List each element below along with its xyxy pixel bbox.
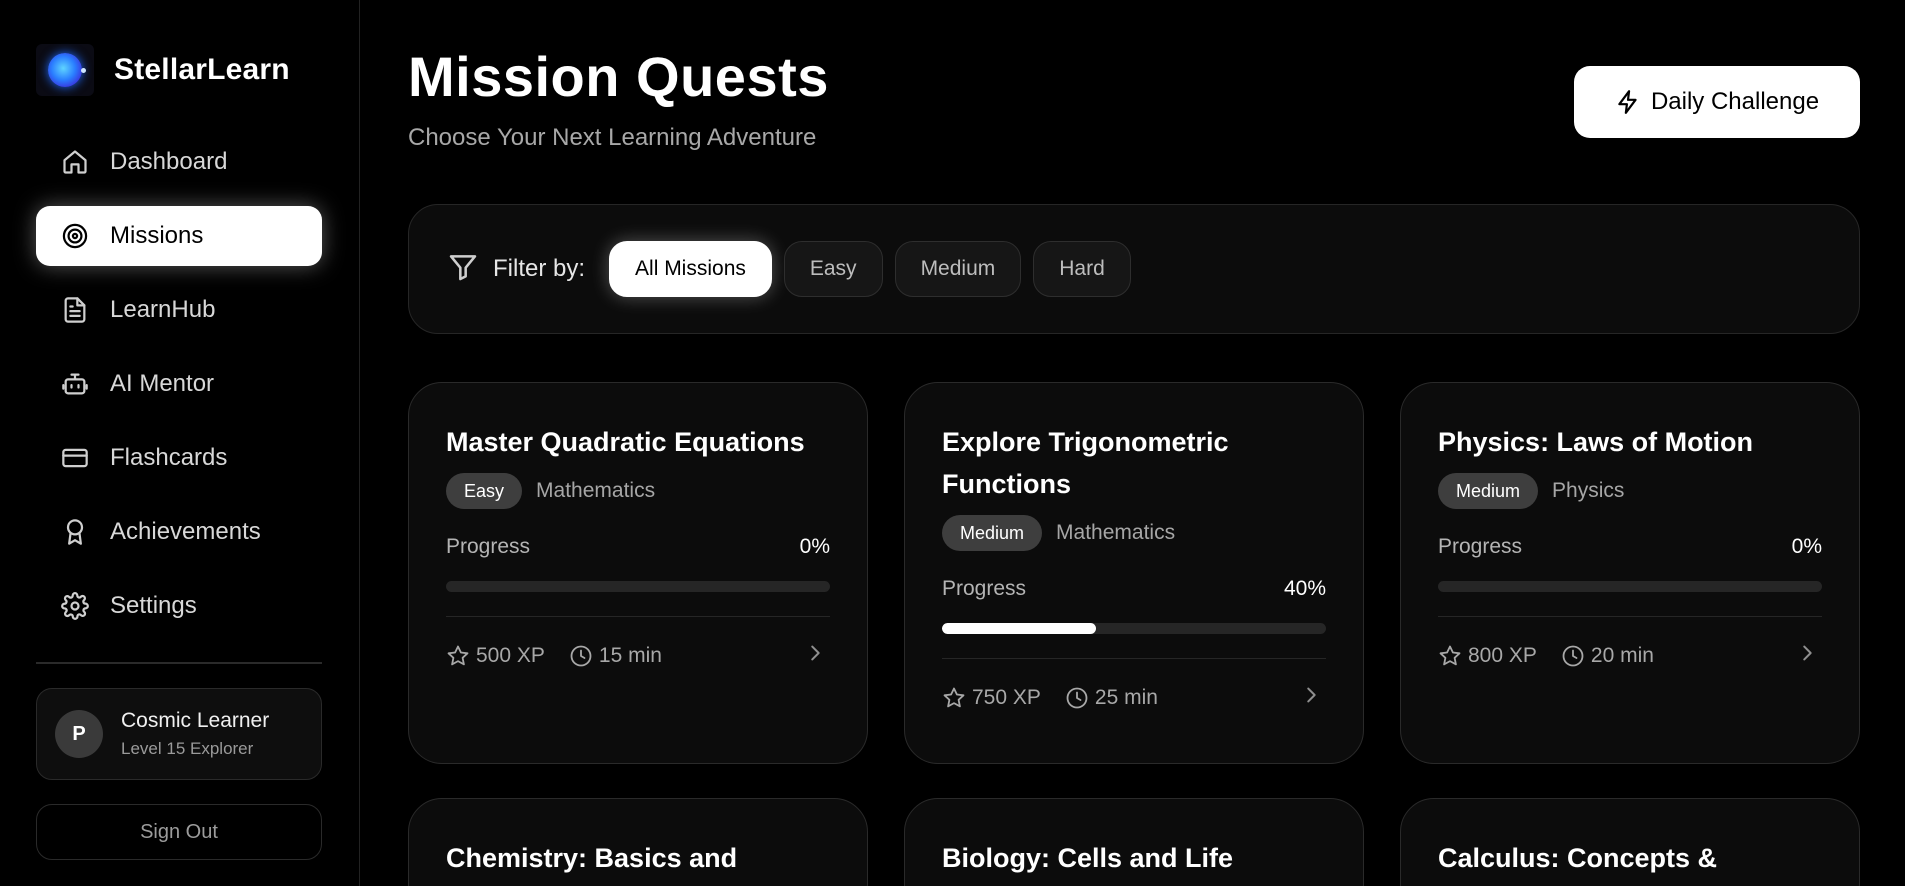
star-icon — [1439, 645, 1461, 666]
profile-name: Cosmic Learner — [121, 709, 270, 732]
daily-challenge-button[interactable]: Daily Challenge — [1574, 66, 1860, 138]
duration-value: 25 min — [1094, 686, 1158, 709]
subject-label: Mathematics — [536, 479, 656, 502]
sidebar-item-label: Achievements — [110, 518, 261, 545]
sidebar-item-achievements[interactable]: Achievements — [36, 502, 322, 562]
duration-value: 20 min — [1590, 644, 1654, 667]
mission-title: Biology: Cells and Life — [942, 843, 1234, 873]
progress-bar — [446, 581, 830, 592]
sidebar-item-missions[interactable]: Missions — [36, 206, 322, 266]
progress-value: 40% — [1283, 577, 1326, 600]
progress-bar — [1438, 581, 1822, 592]
mission-card[interactable]: Chemistry: Basics and — [408, 798, 868, 886]
progress-value: 0% — [799, 535, 830, 558]
filter-icon — [447, 251, 479, 288]
progress-bar — [942, 623, 1326, 634]
sidebar-divider — [36, 662, 322, 664]
document-icon — [60, 295, 90, 325]
sidebar-item-label: Settings — [110, 592, 197, 619]
filter-hard[interactable]: Hard — [1033, 241, 1131, 297]
sidebar-item-dashboard[interactable]: Dashboard — [36, 132, 322, 192]
sidebar-item-label: Missions — [110, 222, 204, 249]
filter-bar: Filter by: All Missions Easy Medium Hard — [408, 204, 1860, 334]
page-title: Mission Quests — [408, 45, 829, 108]
clock-icon — [1066, 687, 1088, 709]
target-icon — [60, 221, 90, 251]
mission-card[interactable]: Calculus: Concepts & — [1400, 798, 1860, 886]
xp-value: 500 XP — [476, 644, 545, 667]
lightning-icon — [1618, 90, 1637, 114]
clock-icon — [1562, 645, 1584, 667]
subject-label: Mathematics — [1056, 521, 1176, 544]
difficulty-badge: Medium — [1438, 473, 1539, 509]
mission-title: Chemistry: Basics and — [446, 843, 738, 873]
chevron-right-icon[interactable] — [1796, 642, 1818, 670]
home-icon — [60, 147, 90, 177]
sidebar-item-label: Dashboard — [110, 148, 228, 175]
progress-label: Progress — [1438, 535, 1523, 558]
sidebar-item-label: AI Mentor — [110, 370, 215, 397]
difficulty-badge: Medium — [942, 515, 1043, 551]
robot-icon — [60, 369, 90, 399]
subject-label: Physics — [1552, 479, 1625, 502]
sidebar-item-learnhub[interactable]: LearnHub — [36, 280, 322, 340]
chevron-right-icon[interactable] — [804, 642, 826, 670]
xp-value: 800 XP — [1468, 644, 1537, 667]
sidebar: StellarLearn Dashboard Missions LearnHub… — [0, 0, 360, 886]
avatar: P — [55, 710, 103, 758]
gear-icon — [60, 591, 90, 621]
mission-title: Calculus: Concepts & — [1438, 843, 1718, 873]
sidebar-item-flashcards[interactable]: Flashcards — [36, 428, 322, 488]
sign-out-button[interactable]: Sign Out — [36, 804, 322, 860]
chevron-right-icon[interactable] — [1300, 684, 1322, 712]
mission-card[interactable]: Biology: Cells and Life — [904, 798, 1364, 886]
planet-logo-icon — [36, 44, 94, 96]
brand-name: StellarLearn — [114, 53, 290, 86]
sidebar-item-label: LearnHub — [110, 296, 216, 323]
progress-label: Progress — [942, 577, 1027, 600]
filter-medium[interactable]: Medium — [894, 241, 1022, 297]
profile-level: Level 15 Explorer — [121, 739, 254, 758]
duration-value: 15 min — [598, 644, 662, 667]
progress-label: Progress — [446, 535, 531, 558]
sidebar-item-label: Flashcards — [110, 444, 228, 471]
mission-card[interactable]: Physics: Laws of Motion Medium Physics P… — [1400, 382, 1860, 764]
profile-card[interactable]: P Cosmic Learner Level 15 Explorer — [36, 688, 322, 780]
mission-card[interactable]: Explore Trigonometric Functions Medium M… — [904, 382, 1364, 764]
mission-card[interactable]: Master Quadratic Equations Easy Mathemat… — [408, 382, 868, 764]
sidebar-item-settings[interactable]: Settings — [36, 576, 322, 636]
daily-challenge-label: Daily Challenge — [1650, 88, 1820, 115]
page-subtitle: Choose Your Next Learning Adventure — [408, 124, 817, 151]
mission-title: Physics: Laws of Motion — [1438, 427, 1754, 457]
brand[interactable]: StellarLearn — [36, 44, 290, 96]
progress-value: 0% — [1791, 535, 1822, 558]
star-icon — [447, 645, 469, 666]
filter-all-missions[interactable]: All Missions — [609, 241, 772, 297]
mission-title: Master Quadratic Equations — [446, 427, 805, 457]
sidebar-nav: Dashboard Missions LearnHub AI Mentor Fl… — [36, 132, 322, 650]
sidebar-item-ai-mentor[interactable]: AI Mentor — [36, 354, 322, 414]
filter-easy[interactable]: Easy — [783, 241, 883, 297]
star-icon — [943, 687, 965, 708]
award-icon — [60, 517, 90, 547]
progress-fill — [942, 623, 1096, 634]
card-icon — [60, 443, 90, 473]
mission-title: Explore Trigonometric Functions — [942, 427, 1229, 499]
xp-value: 750 XP — [972, 686, 1041, 709]
difficulty-badge: Easy — [446, 473, 523, 509]
filter-label: Filter by: — [493, 255, 586, 282]
clock-icon — [570, 645, 592, 667]
